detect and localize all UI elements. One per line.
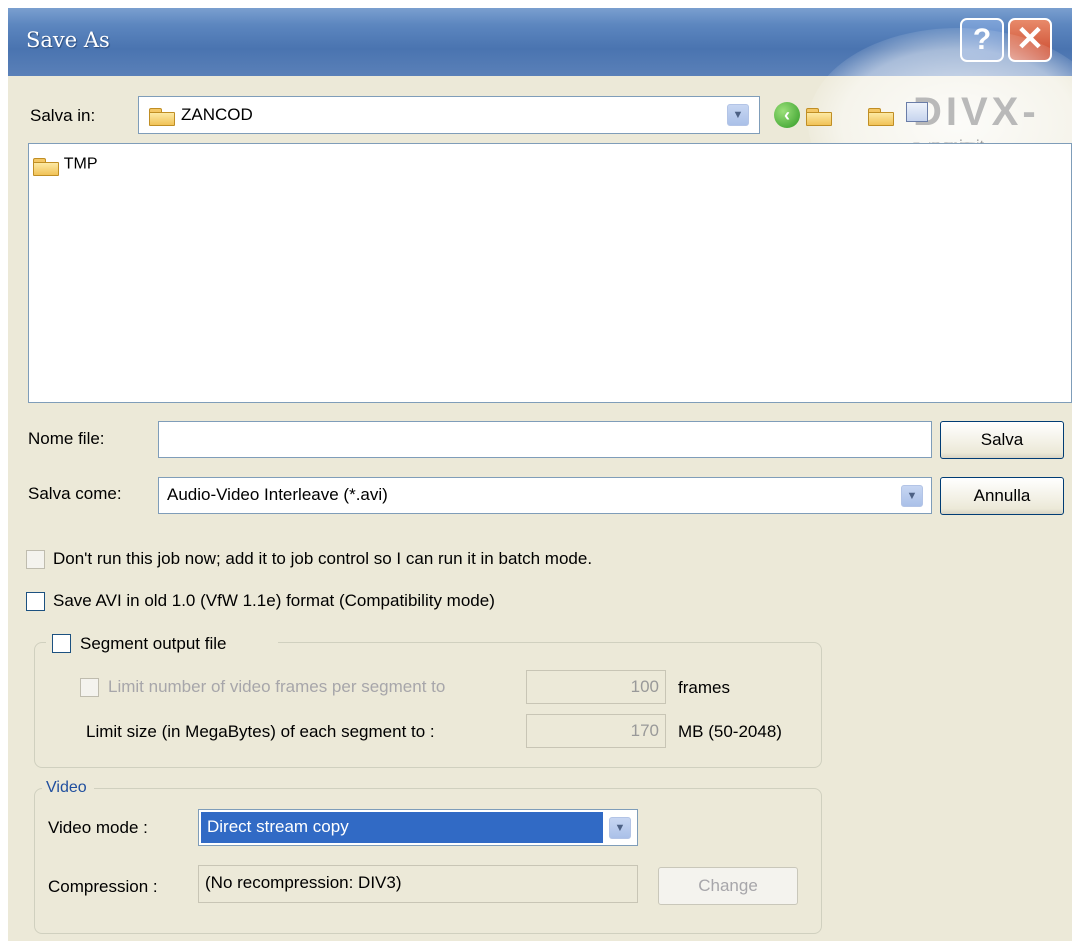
- batch-label: Don't run this job now; add it to job co…: [53, 549, 593, 568]
- video-mode-value: Direct stream copy: [207, 817, 349, 836]
- segment-checkbox[interactable]: [52, 634, 71, 653]
- size-input[interactable]: 170: [526, 714, 666, 748]
- up-folder-icon[interactable]: [804, 100, 834, 128]
- location-label: Salva in:: [30, 106, 96, 125]
- filename-input[interactable]: [158, 421, 932, 458]
- size-label: Limit size (in MegaBytes) of each segmen…: [86, 722, 435, 741]
- list-item-label: TMP: [63, 155, 98, 173]
- compression-value: (No recompression: DIV3): [205, 873, 402, 892]
- filename-label: Nome file:: [28, 429, 105, 448]
- segment-group: [34, 642, 822, 768]
- filetype-label: Salva come:: [28, 484, 122, 503]
- chevron-down-icon[interactable]: ▼: [609, 817, 631, 839]
- list-item[interactable]: TMP: [33, 154, 98, 176]
- file-list[interactable]: TMP: [28, 143, 1072, 403]
- chevron-down-icon[interactable]: ▼: [727, 104, 749, 126]
- folder-icon: [33, 156, 59, 176]
- folder-icon: [149, 106, 175, 126]
- filetype-value: Audio-Video Interleave (*.avi): [167, 485, 388, 504]
- filetype-select[interactable]: Audio-Video Interleave (*.avi) ▼: [158, 477, 932, 514]
- old-avi-checkbox[interactable]: [26, 592, 45, 611]
- compression-field: (No recompression: DIV3): [198, 865, 638, 903]
- video-group-label: Video: [46, 779, 87, 796]
- back-icon[interactable]: ‹: [774, 102, 800, 128]
- location-value: ZANCOD: [181, 105, 253, 124]
- chevron-down-icon[interactable]: ▼: [901, 485, 923, 507]
- frames-unit: frames: [678, 678, 730, 697]
- window-title: Save As: [26, 28, 110, 52]
- frames-checkbox[interactable]: [80, 678, 99, 697]
- location-select[interactable]: ZANCOD ▼: [138, 96, 760, 134]
- segment-label: Segment output file: [80, 634, 227, 653]
- size-unit: MB (50-2048): [678, 722, 782, 741]
- frames-label: Limit number of video frames per segment…: [108, 677, 446, 696]
- video-mode-select[interactable]: Direct stream copy ▼: [198, 809, 638, 846]
- compression-label: Compression :: [48, 877, 158, 896]
- save-as-dialog: Save As ? ✕ DIVX-VID mania.it Salva in: …: [8, 8, 1072, 941]
- video-mode-label: Video mode :: [48, 818, 148, 837]
- new-folder-icon[interactable]: [866, 100, 896, 128]
- old-avi-label: Save AVI in old 1.0 (VfW 1.1e) format (C…: [53, 591, 495, 610]
- batch-checkbox[interactable]: [26, 550, 45, 569]
- views-menu-icon[interactable]: [906, 102, 928, 122]
- change-button[interactable]: Change: [658, 867, 798, 905]
- frames-input[interactable]: 100: [526, 670, 666, 704]
- cancel-button[interactable]: Annulla: [940, 477, 1064, 515]
- save-button[interactable]: Salva: [940, 421, 1064, 459]
